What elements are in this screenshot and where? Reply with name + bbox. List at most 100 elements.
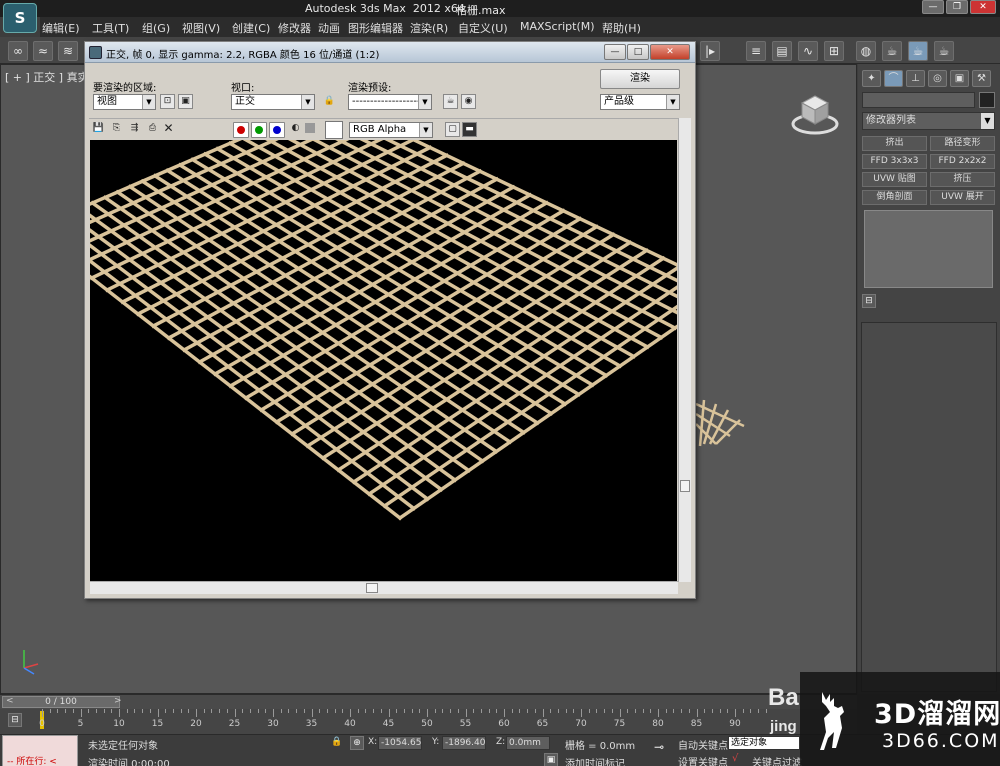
rendered-image[interactable]: [90, 140, 677, 581]
auto-key-button[interactable]: 自动关键点: [678, 737, 728, 752]
time-slider-thumb[interactable]: 0 / 100: [2, 696, 120, 708]
modifier-path-deform-button[interactable]: 路径变形: [930, 136, 995, 151]
time-slider[interactable]: 0 / 100 < >: [0, 694, 857, 709]
clear-image-icon[interactable]: ✕: [161, 122, 176, 137]
modifier-ffd333-button[interactable]: FFD 3x3x3: [862, 154, 927, 169]
menu-graph-editors[interactable]: 图形编辑器: [348, 20, 403, 36]
menu-views[interactable]: 视图(V): [182, 20, 220, 36]
key-mode-select[interactable]: 选定对象: [728, 736, 800, 750]
maxscript-listener[interactable]: -- 所在行: <: [2, 735, 78, 766]
prev-frame-button[interactable]: <: [6, 696, 14, 706]
horizontal-scroll-thumb[interactable]: [366, 583, 378, 593]
y-coordinate-field[interactable]: -1896.405: [442, 736, 486, 750]
create-tab-icon[interactable]: ✦: [862, 70, 881, 87]
mini-curve-editor-icon[interactable]: ⊟: [8, 713, 22, 727]
object-color-swatch[interactable]: [979, 92, 995, 108]
print-image-icon[interactable]: ⎙: [145, 122, 160, 137]
configure-sets-icon[interactable]: ⊟: [862, 294, 876, 308]
render-production-icon[interactable]: ☕: [934, 41, 954, 61]
menu-modifiers[interactable]: 修改器: [278, 20, 311, 36]
menu-animation[interactable]: 动画: [318, 20, 340, 36]
z-coordinate-field[interactable]: 0.0mm: [506, 736, 550, 750]
modify-tab-icon[interactable]: ⌒: [884, 70, 903, 87]
save-image-icon[interactable]: 💾: [91, 122, 106, 137]
toggle-ui-overlay-icon[interactable]: ▢: [445, 122, 460, 137]
lock-icon[interactable]: 🔒: [322, 94, 337, 109]
unlink-icon[interactable]: ≈: [33, 41, 53, 61]
auto-region-icon[interactable]: ▣: [178, 94, 193, 109]
dialog-maximize-button[interactable]: □: [627, 44, 649, 60]
copy-image-icon[interactable]: ⎘: [109, 122, 124, 137]
alpha-channel-icon[interactable]: ◐: [288, 122, 303, 137]
monochrome-icon[interactable]: [305, 123, 315, 133]
track-bar[interactable]: ⊟ 0 5 10 15 20 25 30 35 40 45 50 55 60 65 70 75 80 85 90: [0, 709, 857, 734]
modifier-extrude-button[interactable]: 挤出: [862, 136, 927, 151]
environment-icon[interactable]: ◉: [461, 94, 476, 109]
curve-editor-icon[interactable]: ∿: [798, 41, 818, 61]
render-preset-select[interactable]: -------------------- ▼: [348, 94, 432, 110]
area-to-render-select[interactable]: 视图 ▼: [93, 94, 156, 110]
blue-channel-toggle[interactable]: [269, 122, 285, 138]
key-filter-icon[interactable]: √: [732, 753, 738, 764]
object-name-field[interactable]: [862, 92, 975, 108]
transform-mode-icon[interactable]: ⊕: [350, 736, 364, 750]
menu-maxscript[interactable]: MAXScript(M): [520, 20, 595, 33]
material-editor-icon[interactable]: ◍: [856, 41, 876, 61]
clone-window-icon[interactable]: ⇶: [127, 122, 142, 137]
color-swatch[interactable]: [325, 121, 343, 139]
app-logo-button[interactable]: S: [3, 3, 37, 33]
modifier-squeeze-button[interactable]: 挤压: [930, 172, 995, 187]
menu-rendering[interactable]: 渲染(R): [410, 20, 448, 36]
modifier-stack[interactable]: [864, 210, 993, 288]
modifier-list-dropdown[interactable]: 修改器列表 ▼: [862, 112, 995, 130]
add-time-tag-icon[interactable]: ▣: [544, 753, 558, 766]
render-button[interactable]: 渲染: [600, 69, 680, 89]
red-channel-toggle[interactable]: [233, 122, 249, 138]
modifier-ffd222-button[interactable]: FFD 2x2x2: [930, 154, 995, 169]
menu-customize[interactable]: 自定义(U): [458, 20, 508, 36]
restore-button[interactable]: ❐: [946, 0, 968, 14]
grid-object-viewport[interactable]: [690, 396, 750, 456]
dialog-close-button[interactable]: ✕: [650, 44, 690, 60]
motion-tab-icon[interactable]: ◎: [928, 70, 947, 87]
set-key-button[interactable]: 设置关键点: [678, 754, 728, 766]
horizontal-scrollbar[interactable]: [90, 581, 678, 594]
viewport-select[interactable]: 正交 ▼: [231, 94, 315, 110]
bind-space-warp-icon[interactable]: ≋: [58, 41, 78, 61]
modifier-unwrap-uvw-button[interactable]: UVW 展开: [930, 190, 995, 205]
render-setup-icon[interactable]: ☕: [882, 41, 902, 61]
link-icon[interactable]: ∞: [8, 41, 28, 61]
vertical-scrollbar[interactable]: [678, 118, 691, 582]
menu-create[interactable]: 创建(C): [232, 20, 270, 36]
key-icon[interactable]: ⊸: [648, 741, 670, 755]
viewcube-icon[interactable]: [790, 90, 840, 140]
render-quality-select[interactable]: 产品级 ▼: [600, 94, 680, 110]
viewport-label[interactable]: [ + ] 正交 ] 真实: [5, 69, 89, 85]
menu-edit[interactable]: 编辑(E): [42, 20, 80, 36]
utilities-tab-icon[interactable]: ⚒: [972, 70, 991, 87]
toggle-ui-icon[interactable]: ▬: [462, 122, 477, 137]
next-frame-button[interactable]: >: [114, 696, 122, 706]
close-button[interactable]: ✕: [970, 0, 996, 14]
x-coordinate-field[interactable]: -1054.658: [378, 736, 422, 750]
key-filters-button[interactable]: 关键点过滤: [752, 754, 802, 766]
edit-region-icon[interactable]: ⊡: [160, 94, 175, 109]
schematic-view-icon[interactable]: ⊞: [824, 41, 844, 61]
add-time-tag-label[interactable]: 添加时间标记: [565, 755, 625, 766]
menu-tools[interactable]: 工具(T): [92, 20, 129, 36]
selection-lock-icon[interactable]: 🔒: [330, 736, 344, 750]
ribbon-icon[interactable]: ▤: [772, 41, 792, 61]
display-tab-icon[interactable]: ▣: [950, 70, 969, 87]
minimize-button[interactable]: —: [922, 0, 944, 14]
modifier-bevel-profile-button[interactable]: 倒角剖面: [862, 190, 927, 205]
layer-manager-icon[interactable]: ≡: [746, 41, 766, 61]
mirror-icon[interactable]: |▸: [700, 41, 720, 61]
dialog-minimize-button[interactable]: —: [604, 44, 626, 60]
green-channel-toggle[interactable]: [251, 122, 267, 138]
dialog-title-bar[interactable]: 正交, 帧 0, 显示 gamma: 2.2, RGBA 颜色 16 位/通道 …: [85, 42, 695, 63]
render-setup-small-icon[interactable]: ☕: [443, 94, 458, 109]
vertical-scroll-thumb[interactable]: [680, 480, 690, 492]
modifier-uvw-map-button[interactable]: UVW 贴图: [862, 172, 927, 187]
channel-display-select[interactable]: RGB Alpha ▼: [349, 122, 433, 138]
menu-group[interactable]: 组(G): [142, 20, 170, 36]
